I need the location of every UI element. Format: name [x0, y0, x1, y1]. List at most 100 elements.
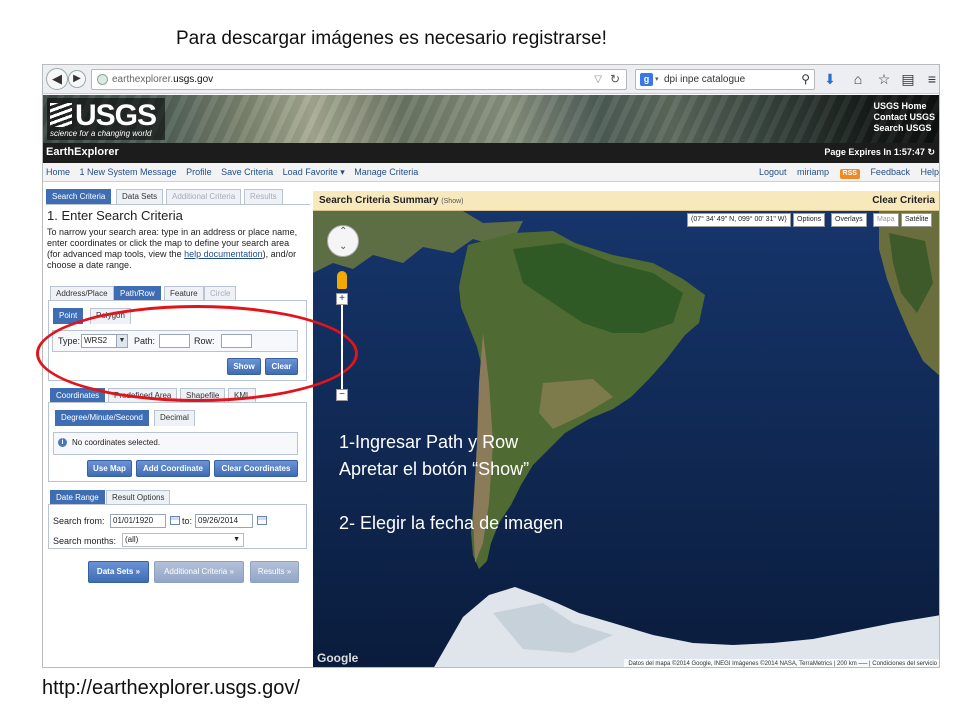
clipboard-icon[interactable]: ▤: [899, 70, 917, 88]
additional-criteria-button[interactable]: Additional Criteria »: [154, 561, 244, 583]
slide-title: Para descargar imágenes es necesario reg…: [176, 28, 607, 49]
summary-show-link[interactable]: (Show): [441, 198, 463, 205]
tab-feature[interactable]: Feature: [164, 286, 204, 301]
menu-left: Home 1 New System Message Profile Save C…: [46, 167, 425, 178]
search-months-select[interactable]: (all) ▼: [122, 533, 244, 547]
clear-criteria-link[interactable]: Clear Criteria: [872, 195, 935, 206]
search-months-value: (all): [125, 535, 139, 544]
tab-circle[interactable]: Circle: [204, 286, 237, 301]
tab-date-range[interactable]: Date Range: [50, 490, 105, 505]
address-bar[interactable]: earthexplorer.usgs.gov ▽ ↻: [91, 69, 627, 90]
no-coordinates-message: No coordinates selected.: [72, 438, 161, 447]
date-from-input[interactable]: 01/01/1920: [110, 514, 166, 528]
menu-load-favorite[interactable]: Load Favorite ▾: [283, 167, 345, 177]
tab-data-sets[interactable]: Data Sets: [116, 189, 164, 204]
map-type-mapa[interactable]: Mapa: [873, 213, 899, 227]
tab-address-place[interactable]: Address/Place: [50, 286, 114, 301]
tab-degree-minute-second[interactable]: Degree/Minute/Second: [55, 410, 149, 426]
usgs-wave-icon: [50, 103, 72, 127]
menu-home[interactable]: Home: [46, 167, 70, 177]
note-line-2: Apretar el botón “Show”: [339, 459, 530, 479]
pegman-icon[interactable]: [337, 271, 347, 289]
tab-kml[interactable]: KML: [228, 388, 257, 403]
download-icon[interactable]: ⬇: [821, 70, 839, 88]
overlays-button[interactable]: Overlays: [831, 213, 867, 227]
back-arrow-icon[interactable]: ◀: [46, 68, 68, 90]
browser-search-box[interactable]: g ▾ dpi inpe catalogue ⚲: [635, 69, 815, 90]
zoom-slider[interactable]: [341, 297, 343, 397]
zoom-out-icon[interactable]: −: [336, 389, 348, 401]
tab-result-options[interactable]: Result Options: [106, 490, 171, 505]
tab-path-row[interactable]: Path/Row: [114, 286, 161, 301]
type-select-value: WRS2: [84, 336, 108, 345]
browser-search-text: dpi inpe catalogue: [664, 74, 746, 85]
menu-username[interactable]: miriamp: [797, 167, 829, 177]
dropdown-icon[interactable]: ▽: [594, 70, 602, 89]
home-icon[interactable]: ⌂: [849, 70, 867, 88]
instructions-note: 1-Ingresar Path y Row Apretar el botón “…: [339, 429, 563, 537]
tab-point[interactable]: Point: [53, 308, 84, 324]
tab-polygon[interactable]: Polygon: [90, 308, 131, 324]
search-usgs-link[interactable]: Search USGS: [873, 123, 935, 134]
tab-search-criteria[interactable]: Search Criteria: [46, 189, 112, 204]
star-icon[interactable]: ☆: [875, 70, 893, 88]
rss-icon[interactable]: RSS: [839, 169, 860, 179]
usgs-links: USGS Home Contact USGS Search USGS: [873, 101, 935, 134]
tab-additional-criteria[interactable]: Additional Criteria: [166, 189, 242, 204]
summary-title: Search Criteria Summary (Show): [319, 195, 463, 206]
note-spacer: [339, 483, 563, 510]
show-button[interactable]: Show: [227, 358, 261, 375]
row-input[interactable]: [221, 334, 252, 348]
tab-shapefile[interactable]: Shapefile: [180, 388, 226, 403]
use-map-button[interactable]: Use Map: [87, 460, 132, 477]
map-type-satelite[interactable]: Satélite: [901, 213, 933, 227]
clear-button[interactable]: Clear: [265, 358, 298, 375]
tab-predefined-area[interactable]: Predefined Area: [108, 388, 178, 403]
path-input[interactable]: [159, 334, 190, 348]
add-coordinate-button[interactable]: Add Coordinate: [136, 460, 210, 477]
contact-usgs-link[interactable]: Contact USGS: [873, 112, 935, 123]
usgs-logo[interactable]: USGS science for a changing world: [47, 98, 165, 140]
tab-decimal[interactable]: Decimal: [154, 410, 195, 426]
menu-system-message[interactable]: 1 New System Message: [80, 167, 177, 177]
menu-help[interactable]: Help: [920, 167, 939, 177]
zoom-in-icon[interactable]: +: [336, 293, 348, 305]
google-icon[interactable]: g: [640, 73, 653, 86]
map-attribution: Datos del mapa ©2014 Google, INEGI Imáge…: [624, 659, 939, 667]
globe-icon: [97, 74, 108, 85]
menu-save-criteria[interactable]: Save Criteria: [221, 167, 273, 177]
summary-title-text: Search Criteria Summary: [319, 195, 439, 206]
usgs-logo-text: USGS: [75, 99, 157, 132]
options-button[interactable]: Options: [793, 213, 826, 227]
usgs-home-link[interactable]: USGS Home: [873, 101, 935, 112]
search-icon[interactable]: ⚲: [801, 70, 810, 89]
google-logo: Google: [317, 651, 359, 665]
tab-coordinates[interactable]: Coordinates: [50, 388, 106, 403]
tab-results[interactable]: Results: [244, 189, 283, 204]
pan-control-icon[interactable]: [327, 225, 359, 257]
app-bar: EarthExplorer Page Expires In 1:57:47 ↻: [43, 143, 939, 163]
date-to-input[interactable]: 09/26/2014: [195, 514, 253, 528]
clear-coordinates-button[interactable]: Clear Coordinates: [214, 460, 298, 477]
search-months-label: Search months:: [53, 536, 117, 546]
calendar-icon[interactable]: [170, 516, 180, 525]
data-sets-button[interactable]: Data Sets »: [88, 561, 149, 583]
map[interactable]: Search Criteria Summary (Show) Clear Cri…: [313, 183, 939, 667]
help-documentation-link[interactable]: help documentation: [184, 249, 263, 259]
menu-manage-criteria[interactable]: Manage Criteria: [354, 167, 418, 177]
address-prefix: earthexplorer.: [112, 74, 174, 85]
menu-logout[interactable]: Logout: [759, 167, 787, 177]
satellite-map-image: [313, 211, 939, 667]
note-line-3: 2- Elegir la fecha de imagen: [339, 513, 564, 533]
menu-feedback[interactable]: Feedback: [870, 167, 910, 177]
menu-icon[interactable]: ≡: [923, 70, 939, 88]
chevron-down-icon[interactable]: ▾: [655, 70, 659, 89]
menu-profile[interactable]: Profile: [186, 167, 212, 177]
refresh-icon[interactable]: ↻: [610, 70, 620, 89]
type-select[interactable]: WRS2 ▼: [81, 334, 128, 348]
page-expires-text: Page Expires In 1:57:47: [824, 147, 925, 157]
calendar-icon[interactable]: [257, 516, 267, 525]
results-button[interactable]: Results »: [250, 561, 299, 583]
forward-arrow-icon[interactable]: ▶: [68, 70, 86, 88]
refresh-session-icon[interactable]: ↻: [927, 147, 935, 157]
